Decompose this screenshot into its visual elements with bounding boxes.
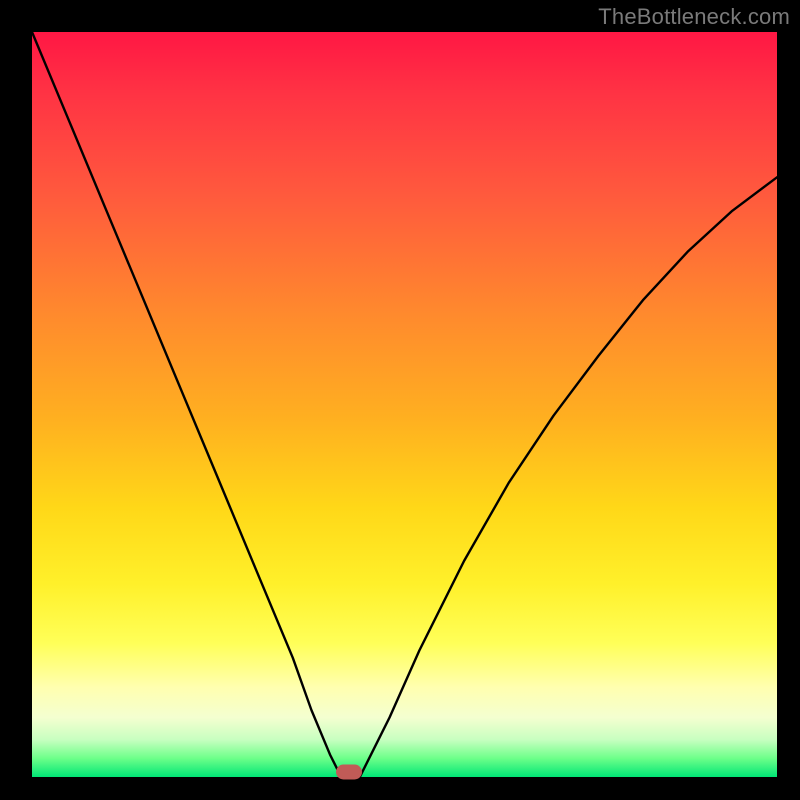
optimum-marker bbox=[336, 764, 362, 779]
chart-frame: TheBottleneck.com bbox=[0, 0, 800, 800]
plot-area bbox=[32, 32, 777, 777]
bottleneck-curve bbox=[32, 32, 777, 777]
watermark-text: TheBottleneck.com bbox=[598, 4, 790, 30]
